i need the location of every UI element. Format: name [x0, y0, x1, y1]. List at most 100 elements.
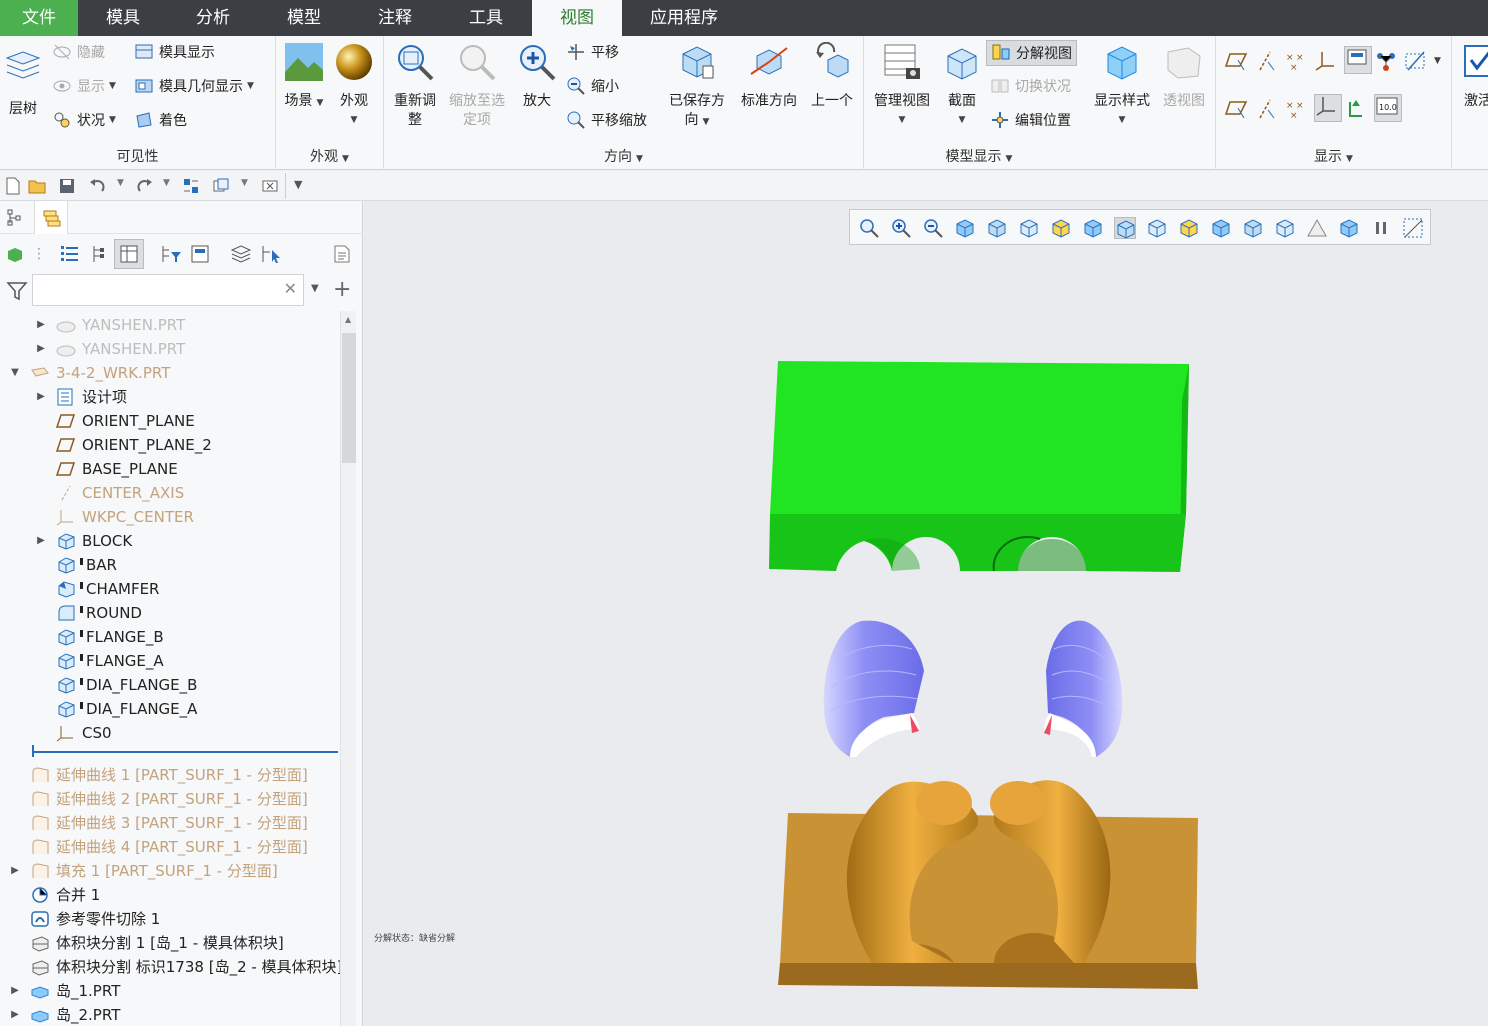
tab-annotate[interactable]: 注释 — [350, 0, 440, 36]
graphics-viewport[interactable]: 分解状态：缺省分解 — [364, 201, 1488, 1026]
right-core-insert[interactable] — [1044, 620, 1123, 757]
regenerate-icon[interactable] — [182, 177, 200, 195]
windows-dropdown-icon[interactable]: ▼ — [241, 178, 248, 188]
tab-analysis[interactable]: 分析 — [168, 0, 258, 36]
notes-icon[interactable] — [332, 244, 352, 264]
tree-item[interactable]: 体积块分割 1 [岛_1 - 模具体积块] — [10, 931, 284, 955]
tree-columns-icon[interactable] — [60, 244, 80, 264]
undo-dropdown-icon[interactable]: ▼ — [117, 178, 124, 188]
redo-icon[interactable] — [136, 177, 154, 195]
show-more-dropdown-icon[interactable]: ▼ — [1434, 56, 1441, 66]
add-item-icon[interactable]: + — [333, 277, 351, 302]
tree-item[interactable]: CENTER_AXIS — [36, 481, 184, 505]
plane-tag-display-button[interactable] — [1404, 50, 1428, 74]
tree-scrollbar[interactable]: ▲ — [340, 311, 356, 1026]
saved-orientations-button[interactable]: 已保存方 向 ▼ — [664, 42, 730, 132]
tree-filters-icon[interactable] — [160, 244, 182, 264]
tree-filter-pointer-icon[interactable] — [260, 244, 282, 264]
tree-item[interactable]: ORIENT_PLANE_2 — [36, 433, 212, 457]
hide-button[interactable]: 隐藏 — [52, 42, 105, 62]
zoom-in-button[interactable]: 放大 — [512, 42, 562, 111]
tree-item[interactable]: CS0 — [36, 721, 112, 745]
left-core-insert[interactable] — [823, 620, 924, 757]
display-style-button[interactable]: 显示样式 ▼ — [1090, 42, 1154, 130]
tree-item[interactable]: ROUND — [36, 601, 142, 625]
axis-display-button[interactable] — [1254, 50, 1278, 74]
tree-item[interactable]: 体积块分割 标识1738 [岛_2 - 模具体积块] — [10, 955, 340, 979]
axis-tag-button[interactable] — [1254, 98, 1278, 122]
toggle-status-button[interactable]: 切换状况 — [990, 76, 1071, 96]
tree-item[interactable]: ▶ 设计项 — [36, 385, 127, 409]
tab-model[interactable]: 模型 — [258, 0, 350, 36]
datum-display-filters-button[interactable] — [1344, 98, 1368, 122]
tree-item[interactable]: DIA_FLANGE_A — [36, 697, 197, 721]
section-button[interactable]: 截面 ▼ — [938, 42, 986, 130]
tree-item[interactable]: DIA_FLANGE_B — [36, 673, 197, 697]
expand-arrow-icon[interactable]: ▶ — [10, 859, 20, 883]
tree-item[interactable]: 延伸曲线 3 [PART_SURF_1 - 分型面] — [10, 811, 308, 835]
scene-button[interactable]: 场景 ▼ — [282, 42, 326, 113]
tree-settings-icon[interactable] — [190, 244, 210, 264]
tab-view[interactable]: 视图 — [532, 0, 622, 36]
customize-toolbar-icon[interactable]: ▼ — [294, 178, 302, 191]
expand-tree-icon[interactable] — [88, 244, 108, 264]
scroll-up-icon[interactable]: ▲ — [345, 315, 351, 324]
point-tag-button[interactable]: × × × — [1284, 98, 1308, 122]
expand-arrow-icon[interactable]: ▶ — [36, 529, 46, 553]
manage-views-button[interactable]: 管理视图 ▼ — [868, 42, 936, 130]
tree-search-input[interactable]: ✕ — [32, 274, 304, 306]
tree-item[interactable]: ▶ BLOCK — [36, 529, 132, 553]
shade-button[interactable]: 着色 — [134, 110, 187, 130]
clear-search-icon[interactable]: ✕ — [284, 279, 297, 298]
tree-scrollbar-thumb[interactable] — [342, 333, 356, 463]
show-tree-icon[interactable] — [6, 244, 26, 264]
previous-view-button[interactable]: 上一个 — [806, 41, 858, 111]
expand-arrow-icon[interactable]: ▶ — [36, 337, 46, 361]
tab-file[interactable]: 文件 — [0, 0, 78, 36]
model-tree-tab-icon[interactable] — [6, 208, 24, 226]
layer-tab[interactable] — [34, 201, 68, 234]
tree-item[interactable]: ▶ YANSHEN.PRT — [36, 337, 185, 361]
close-window-icon[interactable] — [261, 177, 279, 195]
refit-button[interactable]: 重新调 整 — [388, 42, 442, 130]
perspective-button[interactable]: 透视图 — [1156, 42, 1212, 111]
value-display-button[interactable]: 10.0 — [1374, 94, 1402, 122]
zoom-out-button[interactable]: 缩小 — [566, 76, 619, 96]
tree-item[interactable]: BAR — [36, 553, 117, 577]
expand-arrow-icon[interactable]: ▶ — [36, 385, 46, 409]
layer-stack-icon[interactable] — [230, 244, 252, 264]
tree-item[interactable]: FLANGE_B — [36, 625, 164, 649]
search-dropdown-icon[interactable]: ▼ — [311, 283, 319, 294]
tab-tools[interactable]: 工具 — [440, 0, 532, 36]
pan-button[interactable]: 平移 — [566, 42, 619, 62]
csys-tag-button[interactable] — [1314, 94, 1342, 122]
tree-item[interactable]: ▼ 3-4-2_WRK.PRT — [10, 361, 170, 385]
top-mold-block[interactable] — [769, 361, 1189, 572]
expand-arrow-icon[interactable]: ▶ — [10, 979, 20, 1003]
windows-icon[interactable] — [212, 177, 230, 195]
tree-item[interactable]: ORIENT_PLANE — [36, 409, 195, 433]
spin-center-display-button[interactable] — [1374, 50, 1398, 74]
tree-item[interactable]: ▶ 岛_2.PRT — [10, 1003, 120, 1026]
plane-display-button[interactable] — [1224, 50, 1248, 74]
expand-arrow-icon[interactable]: ▶ — [10, 1003, 20, 1026]
tree-item[interactable]: ▶ 填充 1 [PART_SURF_1 - 分型面] — [10, 859, 278, 883]
insert-here-marker[interactable] — [32, 751, 338, 753]
collapse-arrow-icon[interactable]: ▼ — [10, 361, 20, 385]
layer-tree-button[interactable]: 层树 — [2, 48, 44, 119]
expand-arrow-icon[interactable]: ▶ — [36, 313, 46, 337]
tree-search-field[interactable] — [33, 275, 273, 303]
save-icon[interactable] — [58, 177, 76, 195]
activate-button[interactable]: 激活 — [1458, 42, 1488, 111]
mold-display-button[interactable]: 模具显示 — [134, 42, 215, 62]
show-button[interactable]: 显示 ▼ — [52, 76, 116, 96]
tree-item[interactable]: 延伸曲线 4 [PART_SURF_1 - 分型面] — [10, 835, 308, 859]
undo-icon[interactable] — [88, 177, 106, 195]
filter-funnel-icon[interactable] — [6, 281, 28, 301]
explode-view-button[interactable]: 分解视图 — [986, 40, 1077, 66]
model-canvas[interactable] — [364, 201, 1488, 1026]
csys-display-button[interactable] — [1314, 50, 1338, 74]
tree-item[interactable]: 延伸曲线 2 [PART_SURF_1 - 分型面] — [10, 787, 308, 811]
new-file-icon[interactable] — [4, 177, 22, 195]
bottom-mold-plate[interactable] — [778, 780, 1198, 989]
